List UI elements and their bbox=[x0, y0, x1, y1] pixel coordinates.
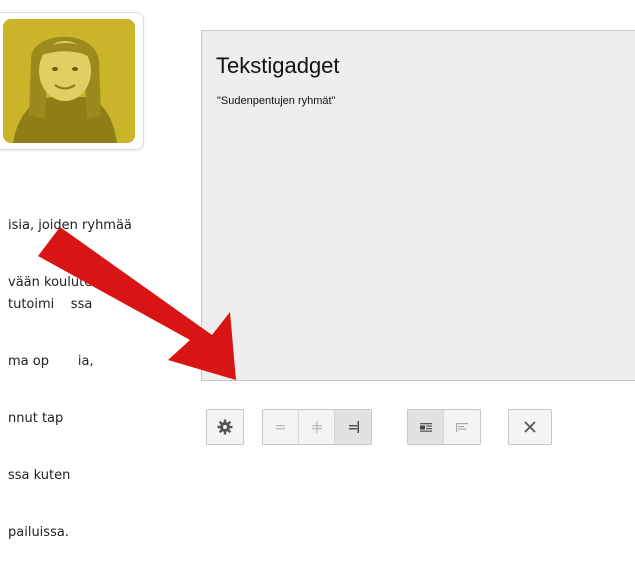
align-right-icon bbox=[349, 421, 359, 433]
close-icon bbox=[524, 421, 536, 433]
align-center-button[interactable] bbox=[299, 410, 335, 444]
text-line: tutoimi ssa bbox=[8, 297, 93, 312]
align-right-button[interactable] bbox=[335, 410, 371, 444]
gear-icon bbox=[217, 419, 233, 435]
text-line: isia, joiden ryhmää bbox=[8, 218, 132, 233]
gadget-content[interactable]: "Sudenpentujen ryhmät" bbox=[217, 95, 336, 107]
align-left-button[interactable] bbox=[263, 410, 299, 444]
close-group bbox=[508, 409, 552, 445]
photo-frame bbox=[0, 12, 144, 150]
text-gadget[interactable]: Tekstigadget "Sudenpentujen ryhmät" bbox=[201, 30, 635, 381]
child-photo bbox=[3, 19, 135, 143]
settings-button[interactable] bbox=[207, 410, 243, 444]
text-wrap-icon bbox=[419, 423, 432, 432]
gadget-title: Tekstigadget bbox=[216, 53, 340, 78]
remove-gadget-button[interactable] bbox=[509, 410, 551, 444]
text-wrap-button[interactable] bbox=[408, 410, 444, 444]
wrap-group bbox=[407, 409, 481, 445]
gadget-toolbar bbox=[202, 403, 560, 447]
settings-group bbox=[206, 409, 244, 445]
text-line: ssa kuten bbox=[8, 468, 71, 483]
text-line: ma op ia, bbox=[8, 354, 94, 369]
text-line: pailuissa. bbox=[8, 525, 69, 540]
align-left-icon bbox=[275, 425, 285, 430]
activity-paragraph: tutoimi ssa ma op ia, nnut tap ssa kuten… bbox=[8, 257, 94, 561]
align-center-icon bbox=[311, 421, 322, 433]
no-wrap-button[interactable] bbox=[444, 410, 480, 444]
text-line: nnut tap bbox=[8, 411, 64, 426]
alignment-group bbox=[262, 409, 372, 445]
no-wrap-icon bbox=[456, 423, 468, 432]
